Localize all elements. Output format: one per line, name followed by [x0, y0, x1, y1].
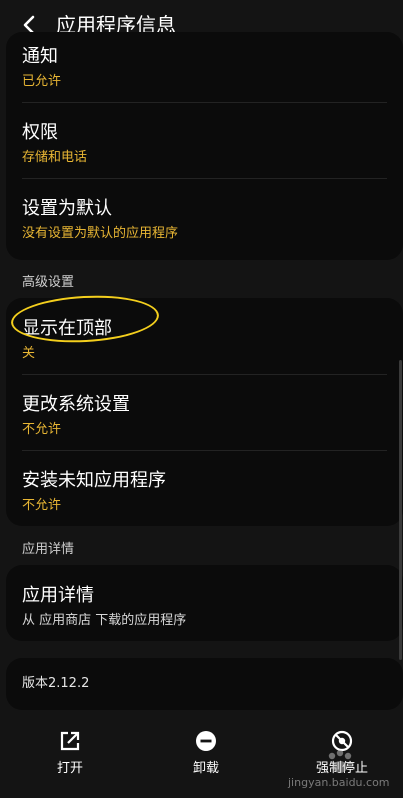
permissions-title: 权限 — [22, 122, 58, 143]
display-on-top-status: 关 — [22, 346, 36, 361]
app-info-card: 通知 已允许 权限 存储和电话 设置为默认 没有设置为默认的应用程序 — [6, 32, 403, 260]
uninstall-button[interactable]: 卸载 — [161, 730, 251, 790]
set-default-title: 设置为默认 — [22, 198, 112, 219]
modify-system-settings-status: 不允许 — [22, 422, 62, 437]
baidu-watermark: jingyan.baidu.com — [288, 748, 398, 792]
display-on-top-title: 显示在顶部 — [22, 318, 112, 339]
open-external-icon — [60, 731, 80, 751]
permissions-item[interactable]: 权限 存储和电话 — [6, 102, 403, 178]
open-button[interactable]: 打开 — [25, 730, 115, 790]
install-unknown-apps-item[interactable]: 安装未知应用程序 不允许 — [6, 450, 403, 526]
notifications-status: 已允许 — [22, 74, 62, 89]
advanced-settings-card: 显示在顶部 关 更改系统设置 不允许 安装未知应用程序 不允许 — [6, 298, 403, 526]
advanced-settings-label: 高级设置 — [22, 275, 75, 290]
uninstall-label: 卸载 — [192, 761, 219, 776]
install-unknown-apps-status: 不允许 — [22, 498, 62, 513]
app-details-item[interactable]: 应用详情 从 应用商店 下载的应用程序 — [6, 565, 403, 641]
app-details-label: 应用详情 — [22, 542, 75, 557]
scrollbar[interactable] — [399, 360, 402, 660]
app-details-card: 应用详情 从 应用商店 下载的应用程序 — [6, 565, 403, 641]
version-card: 版本2.12.2 — [6, 658, 403, 710]
version-text: 版本2.12.2 — [22, 676, 90, 691]
display-on-top-item[interactable]: 显示在顶部 关 — [6, 298, 403, 374]
minus-circle-icon — [196, 731, 216, 751]
open-label: 打开 — [56, 761, 83, 776]
set-default-item[interactable]: 设置为默认 没有设置为默认的应用程序 — [6, 178, 403, 254]
notifications-item[interactable]: 通知 已允许 — [6, 32, 403, 102]
baidu-paw-logo-icon — [328, 749, 352, 773]
set-default-status: 没有设置为默认的应用程序 — [22, 226, 179, 241]
app-details-source: 从 应用商店 下载的应用程序 — [22, 613, 187, 628]
notifications-title: 通知 — [22, 46, 58, 67]
modify-system-settings-title: 更改系统设置 — [22, 394, 130, 415]
modify-system-settings-item[interactable]: 更改系统设置 不允许 — [6, 374, 403, 450]
permissions-status: 存储和电话 — [22, 150, 88, 165]
app-details-title: 应用详情 — [22, 585, 94, 606]
watermark-text: jingyan.baidu.com — [288, 776, 390, 789]
install-unknown-apps-title: 安装未知应用程序 — [22, 470, 166, 491]
